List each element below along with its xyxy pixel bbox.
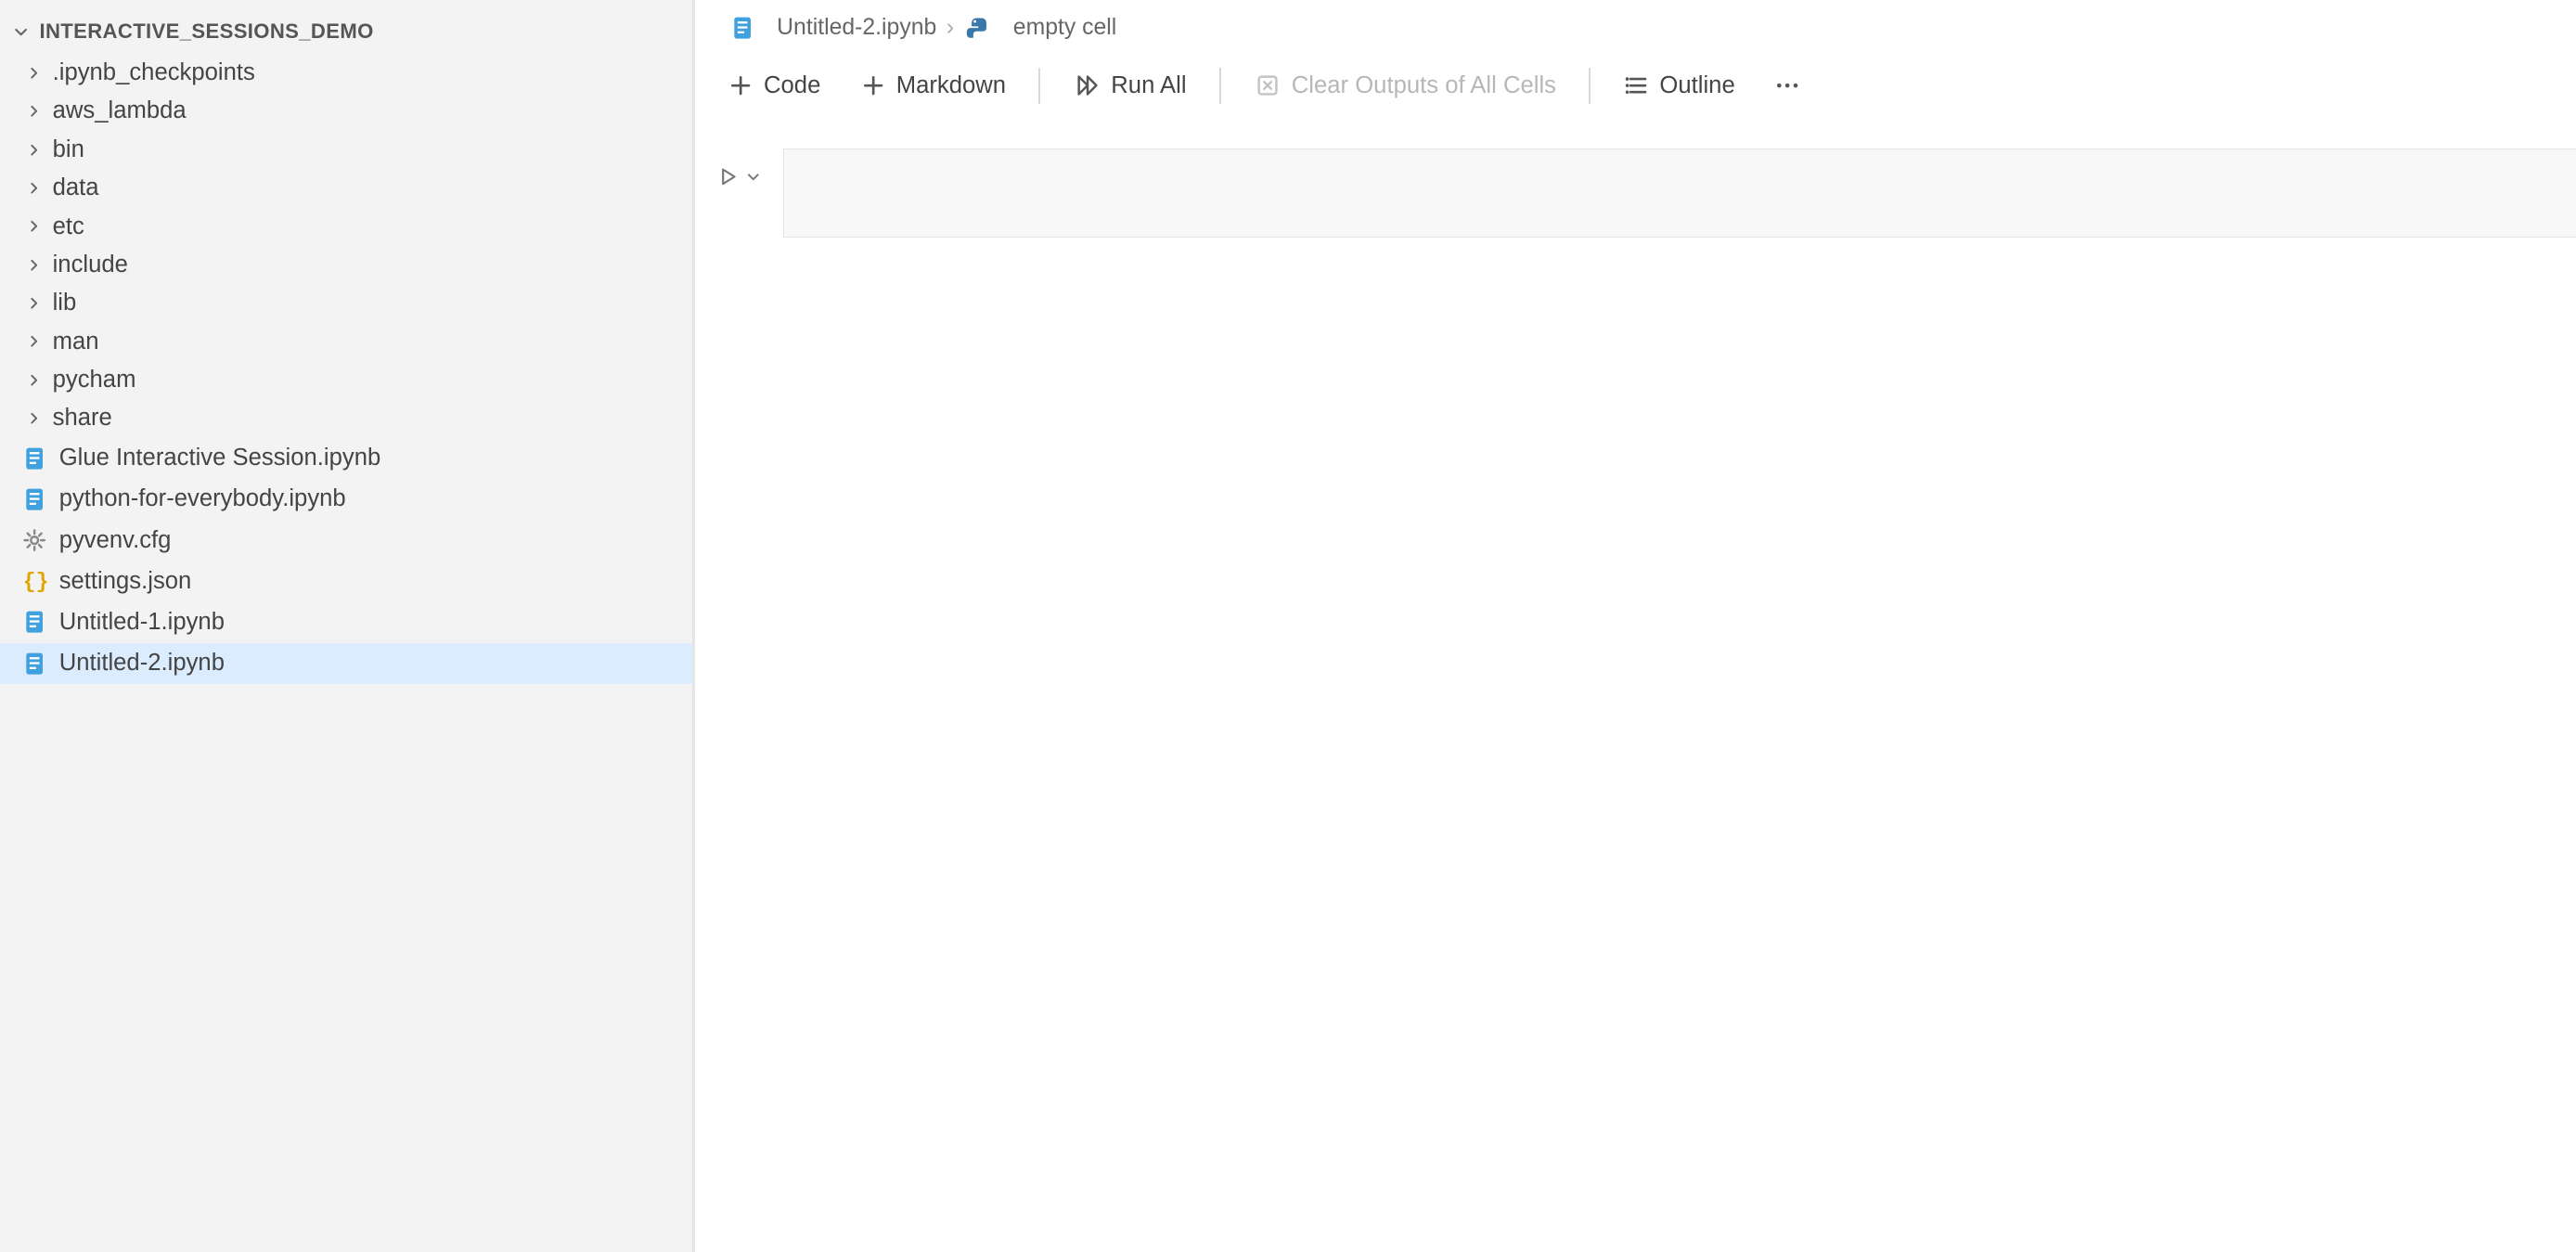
clear-outputs-label: Clear Outputs of All Cells bbox=[1292, 72, 1556, 99]
chevron-right-icon bbox=[23, 407, 46, 431]
sidebar-item-label: data bbox=[53, 174, 99, 201]
sidebar-item-bin[interactable]: bin bbox=[0, 131, 692, 169]
chevron-right-icon bbox=[23, 253, 46, 277]
notebook-icon bbox=[19, 444, 49, 473]
chevron-right-icon bbox=[23, 100, 46, 123]
sidebar-item-label: settings.json bbox=[59, 568, 192, 595]
breadcrumb: Untitled-2.ipynb › empty cell bbox=[695, 0, 2576, 49]
breadcrumb-cell[interactable]: empty cell bbox=[964, 13, 1117, 43]
notebook-icon bbox=[728, 13, 757, 43]
notebook-toolbar: Code Markdown Run All Clear Outputs of A… bbox=[695, 49, 2576, 132]
notebook-icon bbox=[19, 608, 49, 638]
file-explorer-sidebar: INTERACTIVE_SESSIONS_DEMO .ipynb_checkpo… bbox=[0, 0, 695, 1252]
sidebar-item-label: etc bbox=[53, 213, 84, 240]
sidebar-item-share[interactable]: share bbox=[0, 399, 692, 437]
sidebar-item-data[interactable]: data bbox=[0, 169, 692, 207]
sidebar-item-label: Untitled-2.ipynb bbox=[59, 650, 225, 677]
sidebar-item-label: share bbox=[53, 405, 112, 432]
breadcrumb-file[interactable]: Untitled-2.ipynb bbox=[728, 13, 936, 43]
clear-outputs-button[interactable]: Clear Outputs of All Cells bbox=[1237, 65, 1572, 106]
sidebar-item-aws-lambda[interactable]: aws_lambda bbox=[0, 92, 692, 130]
chevron-right-icon bbox=[23, 176, 46, 200]
outline-button[interactable]: Outline bbox=[1607, 66, 1752, 106]
chevron-right-icon bbox=[23, 368, 46, 392]
sidebar-item-label: man bbox=[53, 329, 99, 355]
chevron-down-icon bbox=[744, 168, 762, 186]
sidebar-item-label: python-for-everybody.ipynb bbox=[59, 485, 346, 512]
toolbar-divider bbox=[1219, 68, 1221, 104]
sidebar-item-label: .ipynb_checkpoints bbox=[53, 59, 255, 86]
notebook-icon bbox=[19, 484, 49, 514]
breadcrumb-cell-label: empty cell bbox=[1013, 15, 1116, 41]
add-code-button[interactable]: Code bbox=[711, 66, 837, 106]
chevron-right-icon bbox=[23, 330, 46, 354]
notebook-cell-area: Python bbox=[695, 132, 2576, 237]
sidebar-item-untitled-1-ipynb[interactable]: Untitled-1.ipynb bbox=[0, 602, 692, 643]
sidebar-item--ipynb-checkpoints[interactable]: .ipynb_checkpoints bbox=[0, 54, 692, 92]
plus-icon bbox=[860, 72, 886, 98]
svg-text:{}: {} bbox=[23, 570, 48, 594]
run-all-label: Run All bbox=[1111, 72, 1186, 99]
sidebar-item-label: Glue Interactive Session.ipynb bbox=[59, 445, 381, 471]
sidebar-item-label: bin bbox=[53, 136, 84, 163]
sidebar-item-untitled-2-ipynb[interactable]: Untitled-2.ipynb bbox=[0, 643, 692, 684]
toolbar-more-button[interactable] bbox=[1758, 66, 1817, 105]
ellipsis-icon bbox=[1774, 72, 1800, 98]
sidebar-item-pycham[interactable]: pycham bbox=[0, 361, 692, 399]
sidebar-item-label: lib bbox=[53, 290, 77, 316]
sidebar-item-man[interactable]: man bbox=[0, 322, 692, 360]
clear-outputs-icon bbox=[1254, 71, 1282, 99]
explorer-root-folder[interactable]: INTERACTIVE_SESSIONS_DEMO bbox=[0, 13, 692, 54]
outline-label: Outline bbox=[1659, 72, 1734, 99]
sidebar-item-label: Untitled-1.ipynb bbox=[59, 609, 225, 636]
sidebar-item-lib[interactable]: lib bbox=[0, 284, 692, 322]
cell-run-dropdown[interactable] bbox=[717, 165, 762, 188]
chevron-right-icon bbox=[23, 215, 46, 239]
add-markdown-label: Markdown bbox=[896, 72, 1006, 99]
sidebar-item-label: pycham bbox=[53, 367, 136, 394]
run-all-icon bbox=[1074, 71, 1101, 99]
json-icon: {} bbox=[19, 566, 49, 596]
toolbar-divider bbox=[1589, 68, 1591, 104]
explorer-root-label: INTERACTIVE_SESSIONS_DEMO bbox=[39, 19, 373, 44]
sidebar-item-label: pyvenv.cfg bbox=[59, 527, 172, 554]
sidebar-item-include[interactable]: include bbox=[0, 246, 692, 284]
code-cell[interactable]: Python bbox=[783, 148, 2576, 238]
chevron-down-icon bbox=[10, 20, 33, 44]
sidebar-item-python-for-everybody-ipynb[interactable]: python-for-everybody.ipynb bbox=[0, 479, 692, 520]
sidebar-item-label: aws_lambda bbox=[53, 97, 187, 124]
python-icon bbox=[964, 13, 994, 43]
add-markdown-button[interactable]: Markdown bbox=[844, 66, 1023, 106]
gear-icon bbox=[19, 525, 49, 555]
chevron-right-icon bbox=[23, 138, 46, 161]
sidebar-item-settings-json[interactable]: {} settings.json bbox=[0, 561, 692, 601]
run-all-button[interactable]: Run All bbox=[1057, 65, 1203, 106]
sidebar-item-etc[interactable]: etc bbox=[0, 207, 692, 245]
sidebar-item-pyvenv-cfg[interactable]: pyvenv.cfg bbox=[0, 520, 692, 561]
editor-main: Untitled-2.ipynb › empty cell Code Markd… bbox=[695, 0, 2576, 1252]
add-code-label: Code bbox=[764, 72, 820, 99]
sidebar-item-glue-interactive-session-ipynb[interactable]: Glue Interactive Session.ipynb bbox=[0, 438, 692, 479]
outline-icon bbox=[1624, 72, 1650, 98]
toolbar-divider bbox=[1038, 68, 1040, 104]
plus-icon bbox=[728, 72, 753, 98]
breadcrumb-separator: › bbox=[947, 15, 954, 41]
play-icon bbox=[717, 165, 741, 188]
breadcrumb-file-label: Untitled-2.ipynb bbox=[777, 15, 936, 41]
chevron-right-icon bbox=[23, 61, 46, 84]
chevron-right-icon bbox=[23, 291, 46, 315]
sidebar-item-label: include bbox=[53, 252, 128, 278]
notebook-icon bbox=[19, 649, 49, 678]
